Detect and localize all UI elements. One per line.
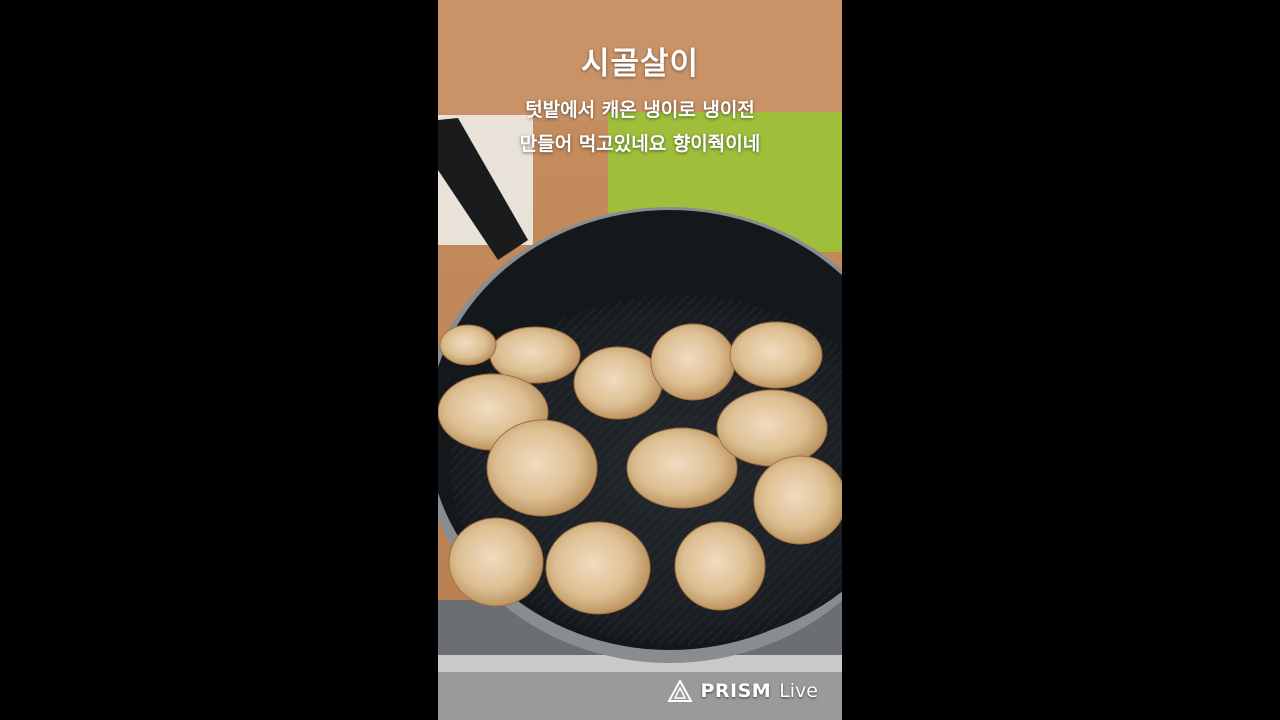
prism-live-watermark: PRISM Live [668,680,818,702]
watermark-brand: PRISM [700,680,772,702]
prism-triangle-icon [668,680,693,702]
watermark-suffix: Live [779,680,818,702]
video-title: 시골살이 [580,46,700,82]
video-frame[interactable]: 시골살이 텃밭에서 캐온 냉이로 냉이전 만들어 먹고있네요 향이줙이네 PRI… [438,0,842,720]
caption-line-1: 텃밭에서 캐온 냉이로 냉이전 [525,99,755,121]
caption-line-2: 만들어 먹고있네요 향이줙이네 [519,133,761,155]
